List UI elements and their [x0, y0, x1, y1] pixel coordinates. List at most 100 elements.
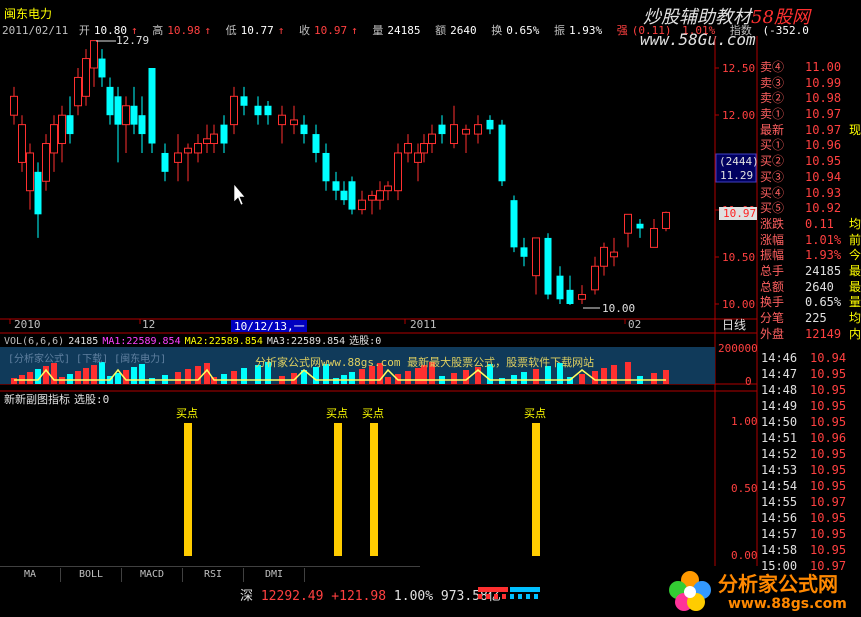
volume-bar: [651, 373, 657, 384]
volume-bar: [579, 374, 585, 384]
volume-title: VOL(6,6,6): [4, 336, 64, 347]
orderbook-extra: 均: [849, 311, 861, 325]
tab-ma[interactable]: MA: [0, 568, 61, 582]
time-axis-label-2010: 2010: [14, 318, 41, 331]
tick-price: 10.95: [810, 367, 847, 381]
orderbook-extra: 最: [849, 279, 861, 294]
volume-axis-top: 200000: [718, 342, 758, 355]
candle-body-up: [290, 119, 298, 126]
tick-time: 14:54: [761, 479, 798, 493]
orderbook-row: 卖① 10.97: [757, 107, 861, 123]
orderbook-row: 买② 10.95: [757, 154, 861, 170]
market-label: 深: [240, 589, 254, 604]
orderbook-value: 0.65%: [805, 295, 842, 310]
orderbook-label: 总手: [760, 263, 785, 278]
tick-price: 10.94: [810, 351, 847, 365]
volume-bar: [611, 365, 617, 384]
volume-axis-bottom: 0: [745, 375, 752, 388]
buy-signal-label: 买点: [524, 407, 546, 420]
orderbook-value: 11.00: [805, 60, 842, 74]
watermark-title: 炒股辅助教材58股网: [643, 3, 810, 29]
candle-body-down: [510, 200, 518, 248]
candle-body-up: [404, 143, 412, 154]
candle-body-down: [240, 96, 248, 106]
indicator-axis-05: 0.50: [731, 482, 758, 495]
orderbook-row: 涨幅 1.01% 前: [757, 233, 861, 249]
tab-macd[interactable]: MACD: [122, 568, 183, 582]
tick-price: 10.95: [810, 527, 847, 541]
buy-signal-bar: [532, 423, 540, 556]
logo-url: www.88gs.com: [728, 596, 847, 612]
market-change: +121.98: [331, 589, 387, 604]
buy-signal-series: 买点 买点 买点 买点: [176, 407, 546, 556]
candle-body-up: [610, 251, 618, 258]
time-axis-label-2011: 2011: [410, 318, 437, 331]
tick-row: 14:50 10.95: [757, 414, 861, 430]
volume-bar: [115, 373, 121, 384]
candlestick-series: [10, 40, 670, 305]
candle-body-up: [532, 237, 540, 277]
candle-body-up: [474, 124, 482, 135]
orderbook-label: 卖①: [760, 107, 785, 122]
tab-dmi[interactable]: DMI: [244, 568, 305, 582]
candle-body-up: [376, 190, 384, 201]
indicator-axis-1: 1.00: [731, 415, 758, 428]
orderbook-row: 买① 10.96: [757, 138, 861, 154]
tick-row: 14:51 10.96: [757, 430, 861, 446]
tick-time: 14:56: [761, 511, 798, 525]
tick-price: 10.95: [810, 399, 847, 413]
candle-body-down: [498, 124, 506, 182]
tick-row: 14:47 10.95: [757, 366, 861, 382]
orderbook-row: 卖③ 10.99: [757, 76, 861, 92]
orderbook-extra: 前: [849, 232, 861, 247]
orderbook-value: 10.92: [805, 201, 842, 216]
watermark-brand: 58股网: [751, 7, 810, 28]
volume-bar: [359, 369, 365, 384]
chart-canvas[interactable]: 12.5012.0011.5011.0010.5010.00 12.79 10.…: [0, 36, 861, 566]
orderbook-label: 总额: [760, 279, 785, 294]
period-label[interactable]: 日线: [722, 318, 746, 332]
crosshair-volume: (2444): [719, 155, 759, 168]
volume-bar: [149, 378, 155, 384]
stock-name[interactable]: 闽东电力: [4, 5, 52, 22]
volume-bar: [521, 372, 527, 384]
orderbook-label: 卖③: [760, 75, 785, 90]
candle-body-up: [58, 114, 66, 145]
tick-row: 14:58 10.95: [757, 542, 861, 558]
volume-bar: [241, 368, 247, 384]
logo-text: 分析家公式网: [718, 572, 838, 596]
high-annotation: 12.79: [116, 36, 149, 47]
candle-body-up: [10, 95, 18, 116]
candle-body-up: [18, 124, 26, 163]
volume-bar: [195, 366, 201, 384]
candle-body-up: [428, 133, 436, 145]
volume-bar: [451, 373, 457, 384]
tick-list[interactable]: 14:46 10.94 14:47 10.95 14:48 10.95 14:49 10.95…: [757, 350, 861, 574]
tab-boll[interactable]: BOLL: [61, 568, 122, 582]
tick-price: 10.95: [810, 463, 847, 477]
orderbook-value: 12149: [805, 326, 842, 341]
mouse-cursor-icon: [233, 183, 246, 206]
candle-body-up: [210, 133, 218, 145]
candle-body-down: [138, 115, 146, 135]
volume-bar: [175, 372, 181, 384]
orderbook-extra: 量: [849, 295, 861, 310]
volume-overlay-text: 分析家公式网www.88gs.com 最新最大股票公式，股票软件下载网站: [255, 355, 594, 369]
orderbook-row: 振幅 1.93% 今: [757, 248, 861, 264]
volume-ma2: MA2:22589.854: [185, 336, 263, 347]
tab-rsi[interactable]: RSI: [183, 568, 244, 582]
orderbook-label: 换手: [760, 295, 785, 310]
candle-body-up: [368, 194, 376, 201]
candle-body-up: [184, 147, 192, 154]
orderbook-label: 买②: [760, 154, 785, 169]
volume-overlay-tag: [分析家公式] [下载] [闽东电力]: [8, 352, 166, 365]
time-axis-label-12: 12: [142, 318, 155, 331]
volume-bar: [405, 371, 411, 384]
site-logo: 分析家公式网 www.88gs.com: [660, 560, 861, 617]
tick-price: 10.95: [810, 479, 847, 493]
candle-body-up: [174, 152, 182, 163]
candle-body-down: [148, 68, 156, 144]
volume-bar: [11, 378, 17, 384]
buy-signal-bar: [370, 423, 378, 556]
orderbook-row: 最新 10.97 现: [757, 123, 861, 139]
